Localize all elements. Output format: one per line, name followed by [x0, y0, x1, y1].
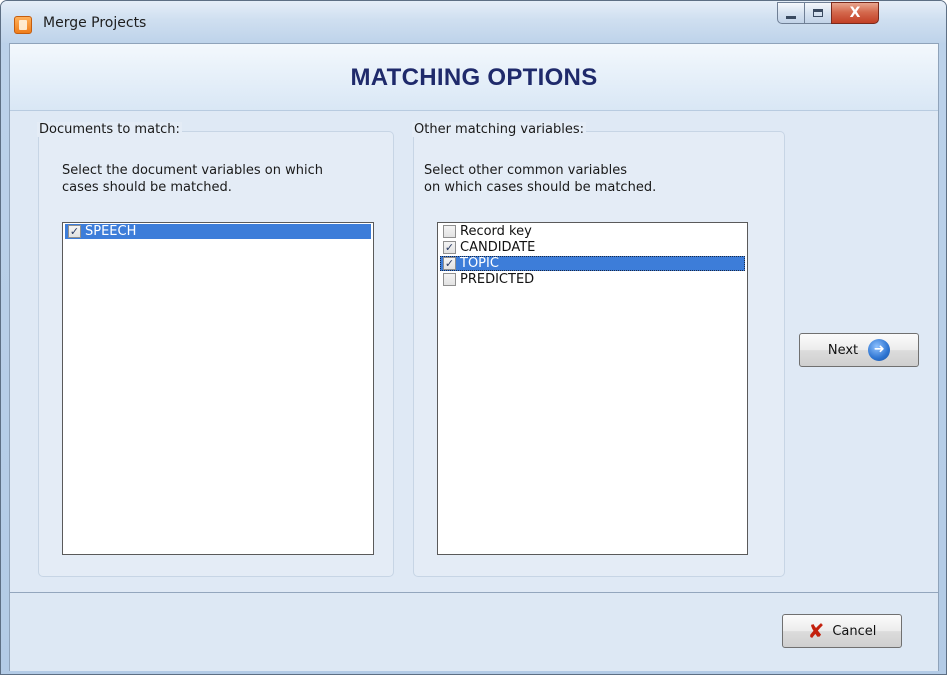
maximize-button[interactable] [804, 2, 832, 24]
list-item-speech[interactable]: ✓ SPEECH [65, 224, 371, 239]
minimize-button[interactable] [777, 2, 805, 24]
checkbox-speech[interactable]: ✓ [68, 225, 81, 238]
cancel-button-label: Cancel [832, 623, 877, 639]
cancel-x-icon: ✘ [807, 619, 825, 643]
variables-description-line1: Select other common variables [424, 163, 627, 178]
list-item-label: Record key [460, 224, 532, 239]
other-matching-variables-group: Other matching variables: Select other c… [412, 122, 785, 577]
list-item-label: PREDICTED [460, 272, 535, 287]
documents-description-line2: cases should be matched. [62, 180, 232, 195]
checkbox-record-key[interactable] [443, 225, 456, 238]
minimize-icon [786, 16, 796, 19]
list-item-label: TOPIC [460, 256, 499, 271]
documents-listbox[interactable]: ✓ SPEECH [62, 222, 374, 555]
next-arrow-icon: ➜ [868, 339, 891, 361]
list-item-predicted[interactable]: PREDICTED [440, 272, 745, 287]
next-button[interactable]: Next ➜ [799, 333, 919, 367]
list-item-label: CANDIDATE [460, 240, 536, 255]
checkbox-topic[interactable]: ✓ [443, 257, 456, 270]
merge-projects-window: Merge Projects X MATCHING OPTIONS Docume… [0, 0, 947, 675]
window-title: Merge Projects [43, 15, 147, 31]
variables-group-description: Select other common variables on which c… [424, 162, 764, 196]
variables-listbox[interactable]: Record key ✓ CANDIDATE ✓ TOPIC PREDICTED [437, 222, 748, 555]
documents-description-line1: Select the document variables on which [62, 163, 323, 178]
list-item-candidate[interactable]: ✓ CANDIDATE [440, 240, 745, 255]
documents-to-match-group: Documents to match: Select the document … [37, 122, 394, 577]
merge-projects-app-icon[interactable] [14, 16, 32, 34]
checkbox-predicted[interactable] [443, 273, 456, 286]
list-item-label: SPEECH [85, 224, 137, 239]
page-title: MATCHING OPTIONS [350, 64, 598, 91]
close-icon: X [849, 5, 861, 21]
checkbox-candidate[interactable]: ✓ [443, 241, 456, 254]
variables-group-title: Other matching variables: [412, 122, 586, 137]
variables-description-line2: on which cases should be matched. [424, 180, 657, 195]
documents-group-description: Select the document variables on which c… [62, 162, 382, 196]
documents-group-title: Documents to match: [37, 122, 182, 137]
header-band: MATCHING OPTIONS [10, 44, 938, 111]
maximize-icon [813, 9, 823, 17]
list-item-topic[interactable]: ✓ TOPIC [440, 256, 745, 271]
next-button-label: Next [827, 342, 859, 358]
cancel-button[interactable]: ✘ Cancel [782, 614, 902, 648]
close-button[interactable]: X [831, 2, 879, 24]
list-item-record-key[interactable]: Record key [440, 224, 745, 239]
dialog-client-area: MATCHING OPTIONS Documents to match: Sel… [9, 43, 939, 671]
title-bar[interactable]: Merge Projects X [1, 1, 946, 43]
